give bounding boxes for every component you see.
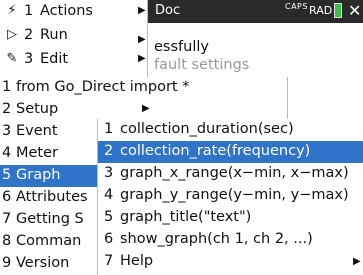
menu-item-number: 5 (2, 167, 12, 183)
menu-item-label: Event (16, 123, 58, 139)
menu-item-label: Graph (16, 167, 61, 183)
menu-item-number: 3 (2, 123, 12, 139)
menu-item-show-graph[interactable]: 6 show_graph(ch 1, ch 2, ...) (98, 229, 363, 251)
menu-item-collection-rate[interactable]: 2 collection_rate(frequency) (98, 141, 363, 163)
menu-item-number: 3 (24, 51, 34, 67)
menu-item-label: graph_title("text") (120, 209, 252, 225)
graph-submenu: 1 collection_duration(sec) 2 collection_… (97, 119, 363, 275)
menu-item-getting-started[interactable]: 7 Getting S (0, 209, 97, 231)
menu-item-label: Attributes (16, 189, 88, 205)
menu-item-label: Comman (16, 233, 82, 249)
menu-item-label: Edit (40, 51, 69, 67)
menu-item-number: 1 (24, 3, 34, 19)
menu-item-label: collection_rate(frequency) (120, 143, 311, 159)
close-icon[interactable]: ✕ (348, 1, 361, 20)
menu-item-meter[interactable]: 4 Meter (0, 143, 97, 165)
menu-item-setup[interactable]: 2 Setup ▶ (0, 99, 287, 121)
menu-item-number: 5 (104, 209, 114, 225)
menu-item-graph-title[interactable]: 5 graph_title("text") (98, 207, 363, 229)
document-text-line-2: fault settings (154, 57, 250, 73)
menu-item-event[interactable]: 3 Event (0, 121, 97, 143)
menu-item-graph[interactable]: 5 Graph (0, 165, 97, 187)
caps-indicator: CAPS (285, 2, 308, 11)
submenu-arrow-icon: ▶ (138, 53, 146, 64)
menu-item-actions[interactable]: ⚡ 1 Actions ▶ (0, 0, 147, 24)
menu-item-label: Help (120, 253, 154, 269)
submenu-arrow-icon: ▶ (138, 5, 146, 16)
angle-mode-indicator: RAD (309, 4, 333, 17)
menu-item-number: 8 (2, 233, 12, 249)
document-title: Doc (155, 3, 181, 18)
menu-item-version[interactable]: 9 Version (0, 253, 97, 275)
lightning-icon: ⚡ (7, 3, 17, 18)
menu-item-edit[interactable]: ✎ 3 Edit ▶ (0, 48, 147, 72)
submenu-arrow-icon: ▶ (138, 34, 146, 45)
menu-item-label: Setup (16, 101, 59, 117)
menu-item-label: Version (16, 255, 70, 271)
menu-item-label: collection_duration(sec) (120, 121, 294, 137)
menu-item-number: 9 (2, 255, 12, 271)
menu-item-number: 4 (2, 145, 12, 161)
submenu-arrow-icon: ▶ (142, 103, 150, 114)
menu-item-graph-x-range[interactable]: 3 graph_x_range(x−min, x−max) (98, 163, 363, 185)
menu-item-graph-y-range[interactable]: 4 graph_y_range(y−min, y−max) (98, 185, 363, 207)
menu-item-number: 6 (2, 189, 12, 205)
menu-item-import[interactable]: 1 from Go_Direct import * (0, 77, 287, 99)
menu-item-label: Meter (16, 145, 58, 161)
play-icon: ▷ (7, 27, 17, 42)
menu-item-label: Actions (40, 3, 93, 19)
menu-item-help[interactable]: 7 Help ▶ (98, 251, 363, 273)
main-menu: ⚡ 1 Actions ▶ ▷ 2 Run ▶ ✎ 3 Edit ▶ (0, 0, 148, 78)
menu-item-number: 6 (104, 231, 114, 247)
menu-item-attributes[interactable]: 6 Attributes (0, 187, 97, 209)
menu-item-number: 7 (104, 253, 114, 269)
edit-icon: ✎ (6, 51, 18, 66)
menu-item-number: 2 (2, 101, 12, 117)
menu-item-collection-duration[interactable]: 1 collection_duration(sec) (98, 119, 363, 141)
menu-item-number: 7 (2, 211, 12, 227)
menu-item-number: 1 (104, 121, 114, 137)
submenu-arrow-icon: ▶ (353, 256, 361, 267)
document-titlebar: Doc CAPS RAD ✕ (147, 0, 363, 23)
menu-item-label: Run (40, 27, 68, 43)
menu-item-number: 1 (2, 79, 12, 95)
menu-item-label: from Go_Direct import * (16, 79, 190, 95)
menu-item-label: graph_x_range(x−min, x−max) (120, 165, 349, 181)
menu-item-number: 3 (104, 165, 114, 181)
document-text-line-1: essfully (154, 39, 209, 55)
menu-item-label: show_graph(ch 1, ch 2, ...) (120, 231, 313, 247)
menu-item-commands[interactable]: 8 Comman (0, 231, 97, 253)
menu-item-run[interactable]: ▷ 2 Run ▶ (0, 24, 147, 48)
battery-icon (334, 3, 342, 18)
menu-item-number: 4 (104, 187, 114, 203)
menu-item-label: graph_y_range(y−min, y−max) (120, 187, 349, 203)
menu-item-label: Getting S (16, 211, 84, 227)
menu-item-number: 2 (24, 27, 34, 43)
menu-item-number: 2 (104, 143, 114, 159)
